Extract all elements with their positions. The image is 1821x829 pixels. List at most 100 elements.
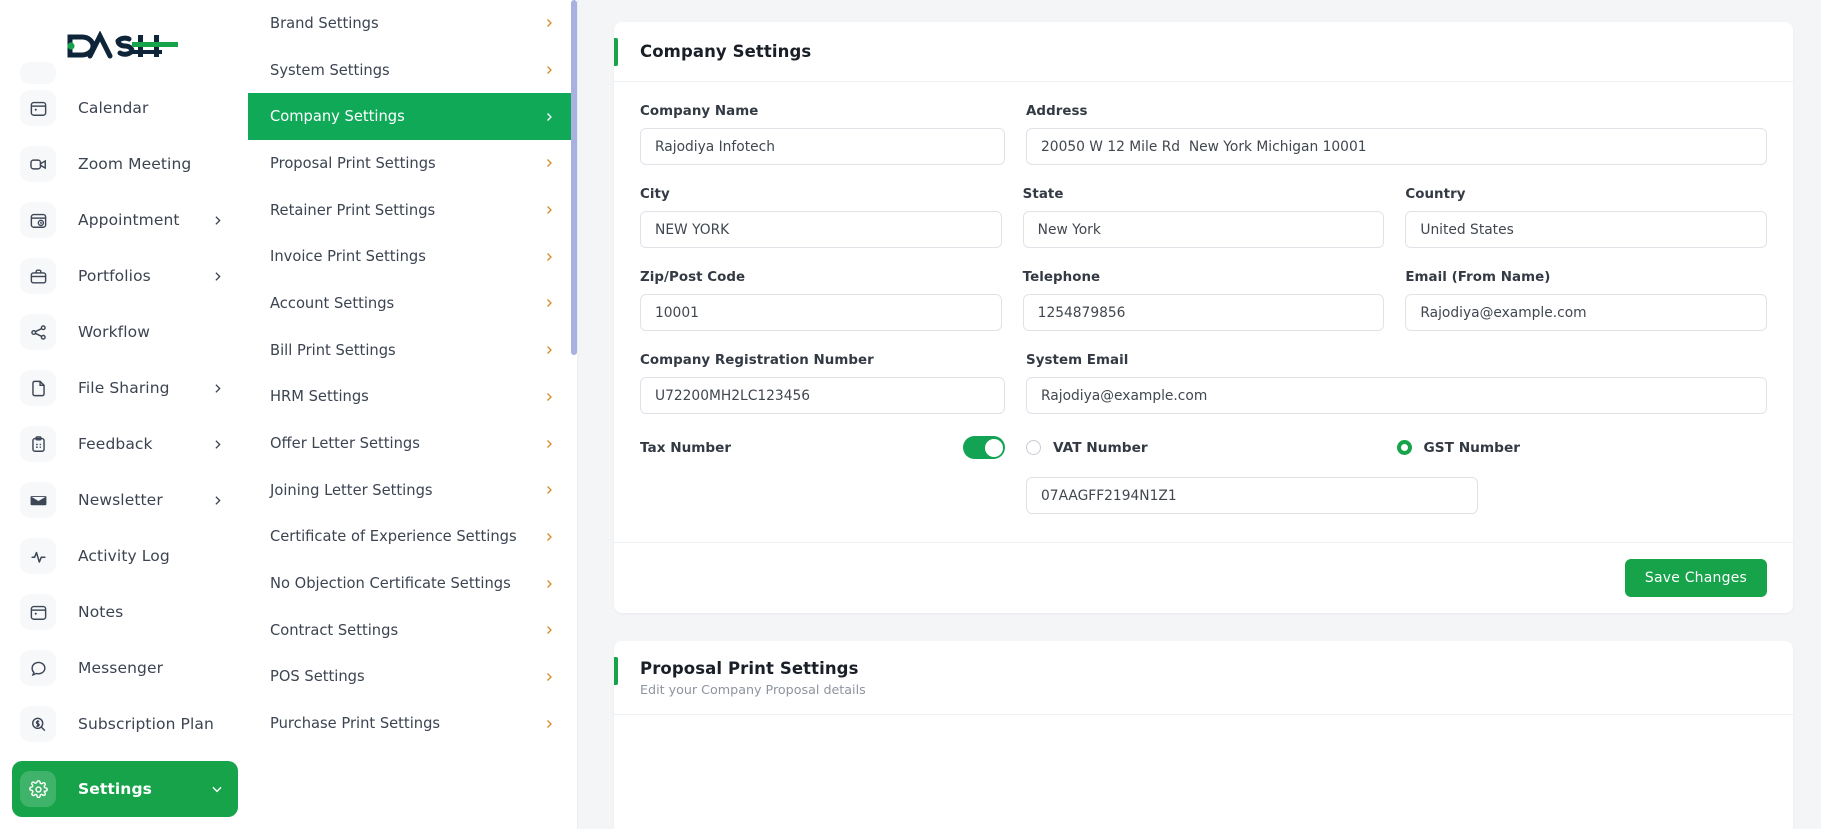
sidebar-item-calendar[interactable]: Calendar (12, 80, 238, 136)
zip-input[interactable] (640, 294, 1002, 331)
settings-item-label: Proposal Print Settings (270, 155, 436, 172)
field-tax-number (1005, 477, 1767, 514)
address-input[interactable] (1026, 128, 1767, 165)
sidebar-item-notes[interactable]: Notes (12, 584, 238, 640)
country-input[interactable] (1405, 211, 1767, 248)
email-from-name-input[interactable] (1405, 294, 1767, 331)
settings-item-no-objection-certificate-settings[interactable]: No Objection Certificate Settings (248, 560, 577, 607)
sidebar-item-messenger[interactable]: Messenger (12, 640, 238, 696)
sidebar-bottom: Settings (0, 761, 248, 817)
settings-item-company-settings[interactable]: Company Settings (248, 93, 577, 140)
radio-vat-number[interactable]: VAT Number (1026, 440, 1396, 456)
dash-logo-icon (66, 31, 182, 61)
chevron-right-icon (543, 64, 555, 76)
field-system-email: System Email (1026, 353, 1767, 414)
settings-item-account-settings[interactable]: Account Settings (248, 280, 577, 327)
scrollbar-thumb[interactable] (571, 0, 577, 355)
field-state: State (1023, 187, 1385, 248)
state-input[interactable] (1023, 211, 1385, 248)
settings-item-invoice-print-settings[interactable]: Invoice Print Settings (248, 233, 577, 280)
save-changes-button[interactable]: Save Changes (1625, 559, 1767, 597)
sidebar-item-activity-log[interactable]: Activity Log (12, 528, 238, 584)
chat-bubble-icon (20, 650, 56, 686)
field-city: City (640, 187, 1002, 248)
sidebar-item-feedback[interactable]: Feedback (12, 416, 238, 472)
chevron-right-icon (211, 438, 224, 451)
settings-item-purchase-print-settings[interactable]: Purchase Print Settings (248, 700, 577, 747)
settings-item-offer-letter-settings[interactable]: Offer Letter Settings (248, 420, 577, 467)
video-camera-icon (20, 146, 56, 182)
settings-item-brand-settings[interactable]: Brand Settings (248, 0, 577, 47)
tax-number-label: Tax Number (640, 440, 731, 456)
tax-number-input[interactable] (1026, 477, 1478, 514)
city-input[interactable] (640, 211, 1002, 248)
sidebar-item-workflow[interactable]: Workflow (12, 304, 238, 360)
field-label: Email (From Name) (1405, 270, 1767, 285)
sidebar-scroll-area[interactable]: Calendar Zoom Meeting Appointment (0, 80, 248, 753)
settings-item-label: Company Settings (270, 108, 405, 125)
settings-item-proposal-print-settings[interactable]: Proposal Print Settings (248, 140, 577, 187)
chevron-right-icon (543, 438, 555, 450)
sidebar-item-settings[interactable]: Settings (12, 761, 238, 817)
chevron-right-icon (543, 671, 555, 683)
sidebar-item-label: Appointment (78, 211, 180, 229)
sidebar-item-subscription-plan[interactable]: Subscription Plan (12, 696, 238, 752)
settings-item-bill-print-settings[interactable]: Bill Print Settings (248, 327, 577, 374)
settings-item-joining-letter-settings[interactable]: Joining Letter Settings (248, 467, 577, 514)
settings-panel-scrollbar[interactable] (571, 0, 577, 829)
calendar-note-icon (20, 594, 56, 630)
company-name-input[interactable] (640, 128, 1005, 165)
settings-item-label: Offer Letter Settings (270, 435, 420, 452)
sidebar-item-zoom-meeting[interactable]: Zoom Meeting (12, 136, 238, 192)
sidebar-item-label: Settings (78, 780, 152, 798)
accent-bar (614, 657, 618, 685)
form-row-2: City State Country (640, 187, 1767, 248)
app-root: Calendar Zoom Meeting Appointment (0, 0, 1821, 829)
clipboard-icon (20, 426, 56, 462)
gear-icon (20, 771, 56, 807)
field-zip-post-code: Zip/Post Code (640, 270, 1002, 331)
chevron-right-icon (211, 270, 224, 283)
sidebar-item-label: Notes (78, 603, 123, 621)
settings-item-label: Contract Settings (270, 622, 398, 639)
tax-number-toggle[interactable] (963, 436, 1005, 459)
envelope-icon (20, 482, 56, 518)
chevron-right-icon (543, 157, 555, 169)
settings-item-label: Invoice Print Settings (270, 248, 426, 265)
sidebar-item-portfolios[interactable]: Portfolios (12, 248, 238, 304)
field-label: State (1023, 187, 1385, 202)
sidebar-item-label: Messenger (78, 659, 163, 677)
field-country: Country (1405, 187, 1767, 248)
settings-item-certificate-of-experience-settings[interactable]: Certificate of Experience Settings (248, 514, 577, 561)
settings-item-hrm-settings[interactable]: HRM Settings (248, 374, 577, 421)
sidebar-item-label: Zoom Meeting (78, 155, 191, 173)
pulse-icon (20, 538, 56, 574)
chevron-right-icon (211, 382, 224, 395)
chevron-down-icon (210, 782, 224, 796)
radio-circle-icon (1026, 440, 1041, 455)
telephone-input[interactable] (1023, 294, 1385, 331)
settings-item-pos-settings[interactable]: POS Settings (248, 654, 577, 701)
chevron-right-icon (543, 624, 555, 636)
proposal-header-text: Proposal Print Settings Edit your Compan… (640, 659, 866, 697)
sidebar-item-newsletter[interactable]: Newsletter (12, 472, 238, 528)
settings-item-system-settings[interactable]: System Settings (248, 47, 577, 94)
settings-submenu-panel[interactable]: Brand Settings System Settings Company S… (248, 0, 578, 829)
settings-item-contract-settings[interactable]: Contract Settings (248, 607, 577, 654)
sidebar-item-label: Portfolios (78, 267, 151, 285)
radio-label: VAT Number (1053, 440, 1148, 456)
company-settings-header: Company Settings (614, 22, 1793, 82)
radio-label: GST Number (1424, 440, 1521, 456)
tax-value-row (640, 477, 1767, 514)
radio-gst-number[interactable]: GST Number (1397, 440, 1521, 456)
primary-sidebar: Calendar Zoom Meeting Appointment (0, 0, 248, 829)
system-email-input[interactable] (1026, 377, 1767, 414)
chevron-right-icon (543, 531, 555, 543)
registration-number-input[interactable] (640, 377, 1005, 414)
chevron-right-icon (543, 344, 555, 356)
settings-item-label: Retainer Print Settings (270, 202, 435, 219)
sidebar-item-file-sharing[interactable]: File Sharing (12, 360, 238, 416)
sidebar-item-appointment[interactable]: Appointment (12, 192, 238, 248)
settings-item-retainer-print-settings[interactable]: Retainer Print Settings (248, 187, 577, 234)
field-label: Company Name (640, 104, 1005, 119)
